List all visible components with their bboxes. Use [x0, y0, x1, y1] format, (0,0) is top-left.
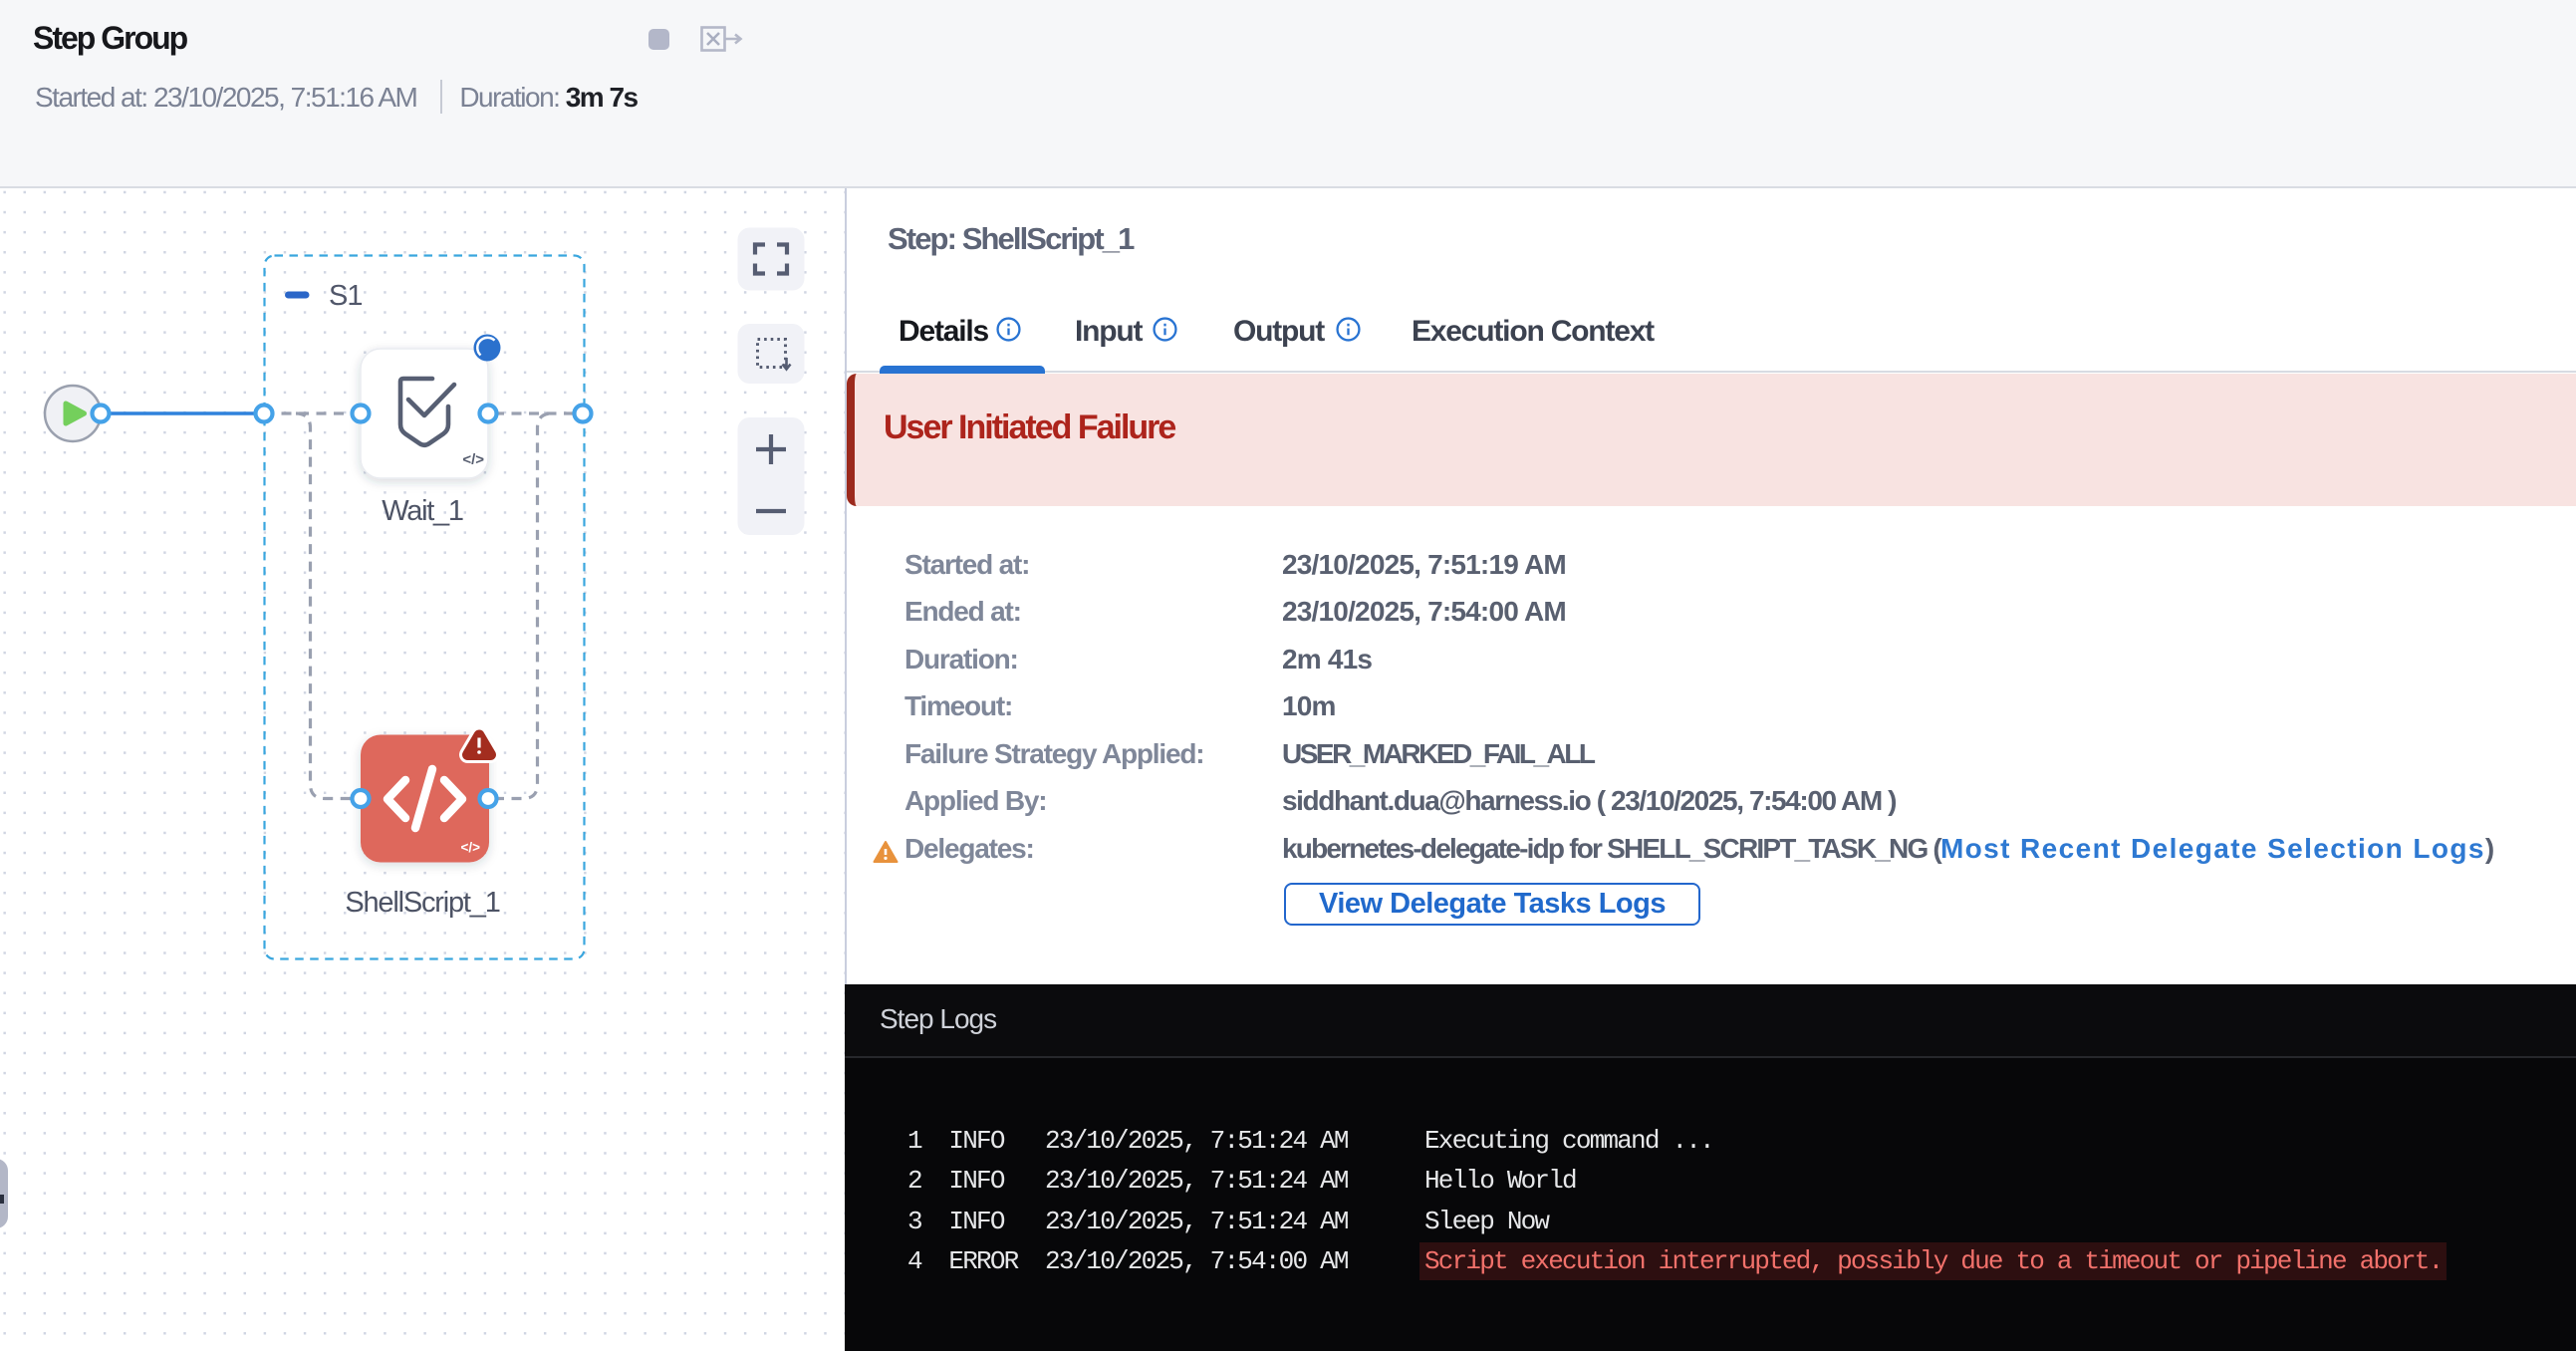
svg-text:</>: </>	[460, 840, 480, 855]
svg-text:Wait_1: Wait_1	[382, 495, 463, 527]
svg-text:S1: S1	[329, 280, 362, 312]
svg-text:</>: </>	[462, 451, 484, 468]
svg-text:ShellScript_1: ShellScript_1	[345, 887, 499, 919]
